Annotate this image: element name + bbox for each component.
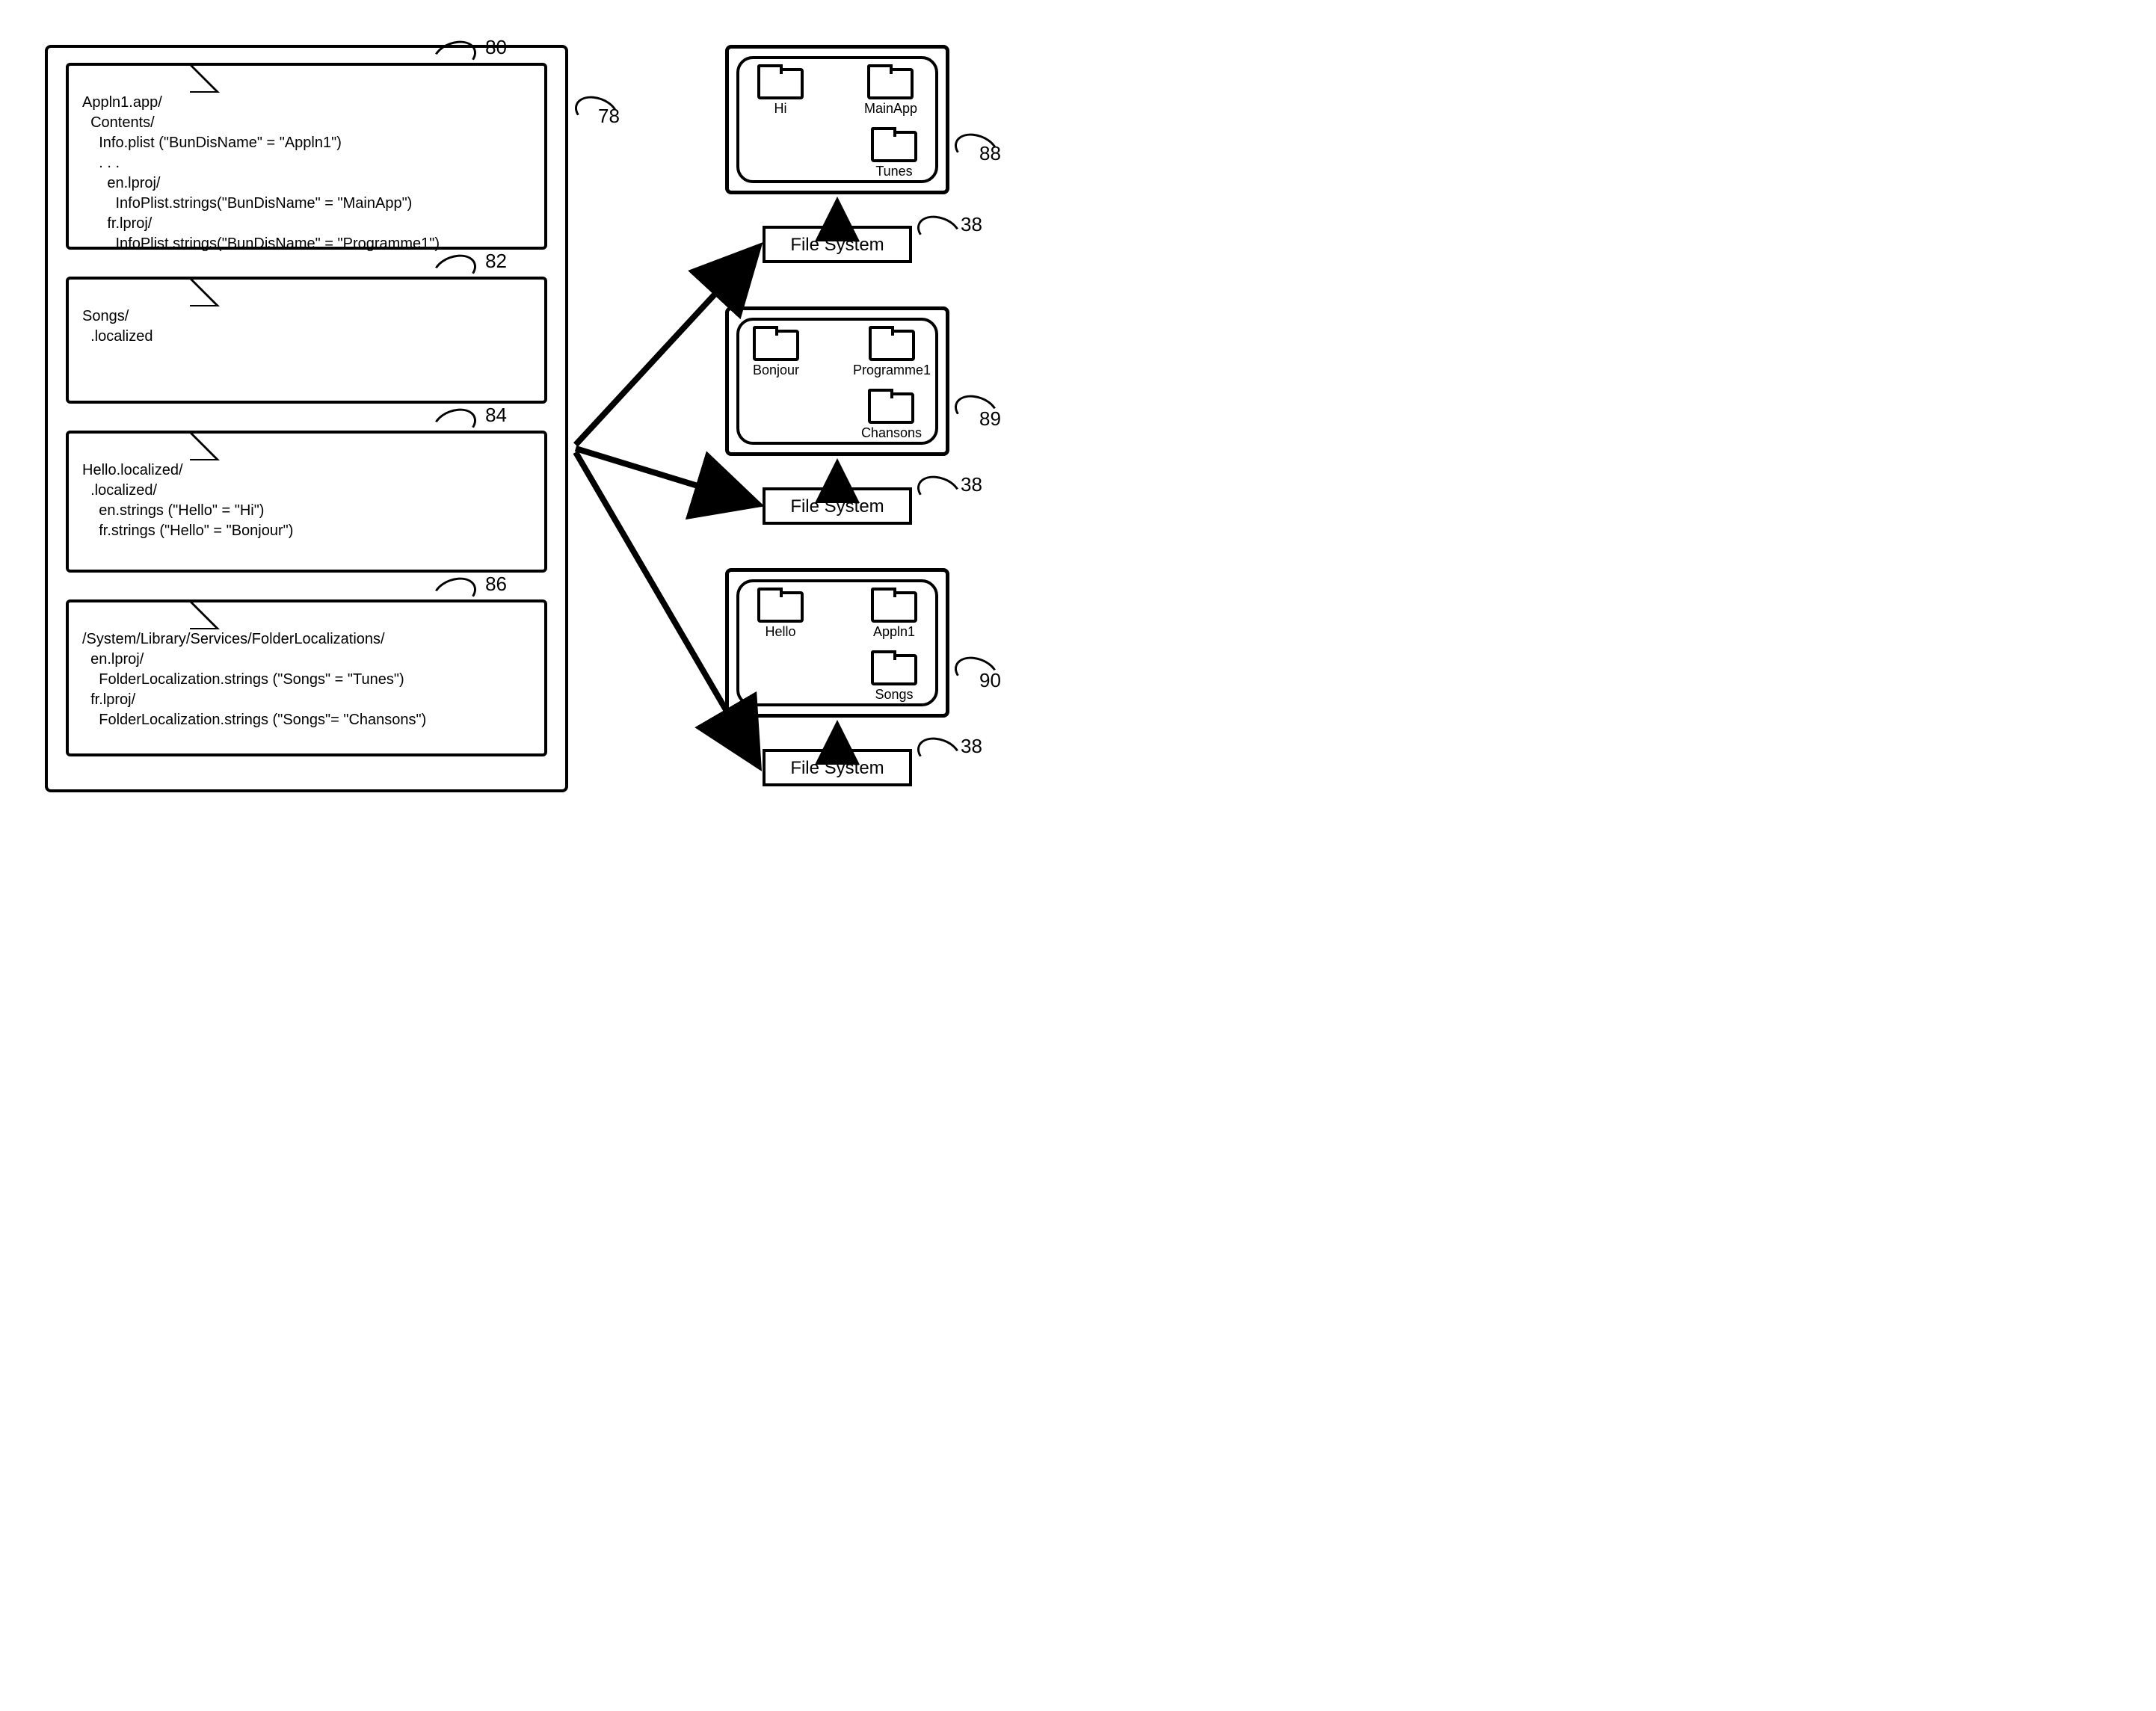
finder-window-none: Hello Appln1 Songs	[725, 568, 949, 718]
folder-icon	[871, 654, 917, 685]
file-system-box: File System	[763, 487, 912, 525]
folder-icon	[871, 131, 917, 162]
folder-82-content: Songs/ .localized	[82, 306, 531, 347]
folder-icon	[867, 68, 914, 99]
finder-window-en: Hi MainApp Tunes	[725, 45, 949, 194]
ref-88: 88	[979, 142, 1001, 165]
folder-icon	[757, 68, 804, 99]
folder-icon	[869, 330, 915, 361]
ref-84: 84	[485, 402, 507, 428]
folder-appln1-bundle: Appln1.app/ Contents/ Info.plist ("BunDi…	[66, 63, 547, 250]
ref-38-c: 38	[961, 735, 982, 758]
folder-hello-localized: Hello.localized/ .localized/ en.strings …	[66, 431, 547, 573]
folder-icon	[871, 591, 917, 623]
folder-system-localizations: /System/Library/Services/FolderLocalizat…	[66, 599, 547, 756]
folder-icon	[753, 330, 799, 361]
file-system-box: File System	[763, 226, 912, 263]
folder-icon	[868, 392, 914, 424]
folder-84-content: Hello.localized/ .localized/ en.strings …	[82, 460, 531, 541]
ref-86: 86	[485, 571, 507, 597]
ref-80: 80	[485, 34, 507, 61]
ref-38-a: 38	[961, 213, 982, 236]
source-bundle-container: Appln1.app/ Contents/ Info.plist ("BunDi…	[45, 45, 568, 792]
folder-icon	[757, 591, 804, 623]
ref-78: 78	[598, 105, 620, 128]
ref-89: 89	[979, 407, 1001, 431]
ref-38-b: 38	[961, 473, 982, 496]
finder-window-fr: Bonjour Programme1 Chansons	[725, 306, 949, 456]
localization-diagram: Appln1.app/ Contents/ Info.plist ("BunDi…	[30, 30, 1002, 800]
ref-82: 82	[485, 248, 507, 274]
folder-86-content: /System/Library/Services/FolderLocalizat…	[82, 629, 531, 730]
ref-90: 90	[979, 669, 1001, 692]
folder-80-content: Appln1.app/ Contents/ Info.plist ("BunDi…	[82, 93, 531, 254]
file-system-box: File System	[763, 749, 912, 786]
folder-songs: Songs/ .localized 82	[66, 277, 547, 404]
